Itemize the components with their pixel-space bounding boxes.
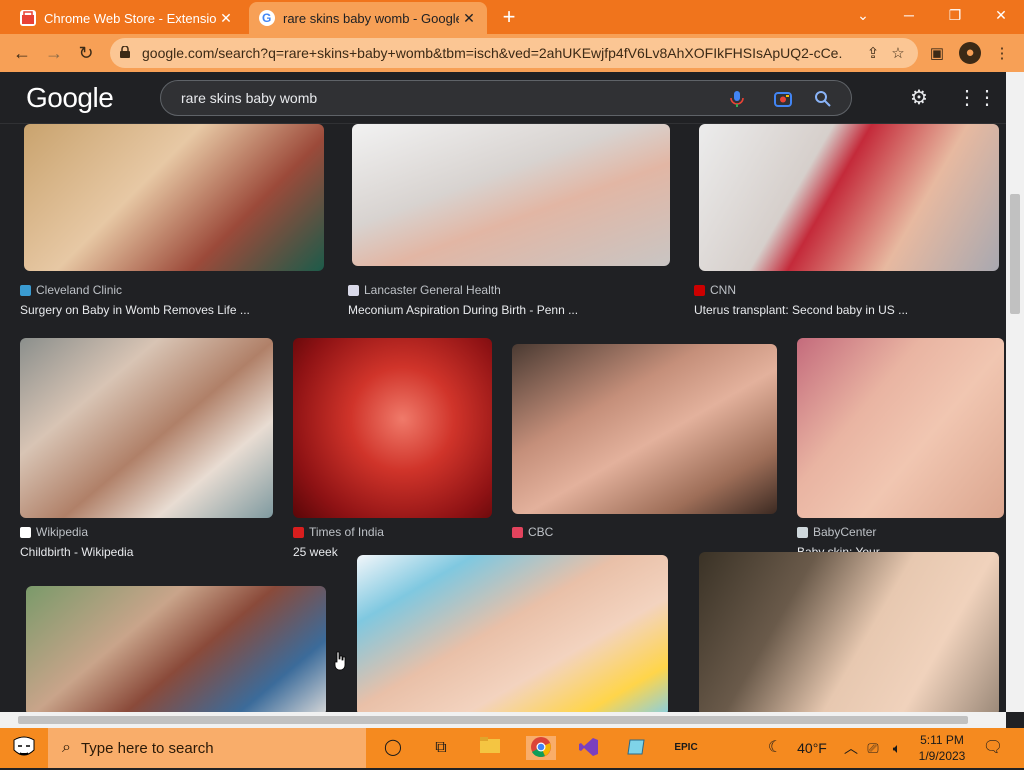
- apps-grid-icon[interactable]: ⋮⋮: [957, 86, 997, 110]
- tab-google-search[interactable]: G rare skins baby womb - Google S ✕: [249, 2, 487, 34]
- result-source[interactable]: Times of India: [293, 525, 384, 539]
- search-icon[interactable]: [813, 89, 833, 109]
- result-source[interactable]: CNN: [694, 283, 736, 297]
- result-title[interactable]: Meconium Aspiration During Birth - Penn …: [348, 303, 668, 317]
- cbc-icon: [512, 526, 523, 538]
- result-image[interactable]: [357, 555, 668, 712]
- close-window-button[interactable]: ✕: [978, 0, 1024, 30]
- result-source[interactable]: BabyCenter: [797, 525, 876, 539]
- wikipedia-icon: [20, 526, 31, 538]
- result-title[interactable]: Childbirth - Wikipedia: [20, 545, 270, 559]
- lock-icon: [120, 46, 130, 58]
- tab-chrome-web-store[interactable]: Chrome Web Store - Extensions ✕: [8, 2, 244, 34]
- google-g-icon: G: [259, 10, 275, 26]
- horizontal-scrollbar[interactable]: [0, 712, 1006, 728]
- visual-studio-icon[interactable]: [576, 736, 602, 760]
- clock-time: 5:11 PM: [920, 733, 964, 747]
- cleveland-clinic-icon: [20, 284, 31, 296]
- vertical-scrollbar[interactable]: [1006, 72, 1024, 712]
- close-tab-icon[interactable]: ✕: [459, 10, 479, 27]
- tab-search-icon[interactable]: ⌄: [840, 0, 886, 30]
- url-text: google.com/search?q=rare+skins+baby+womb…: [142, 45, 842, 61]
- cortana-circle-icon[interactable]: ◯: [380, 736, 406, 760]
- notification-center-icon[interactable]: 🗨︎: [980, 736, 1006, 760]
- taskbar-search-placeholder: Type here to search: [80, 739, 214, 757]
- minimize-button[interactable]: ─: [886, 0, 932, 30]
- taskbar-clock[interactable]: 5:11 PM 1/9/2023: [912, 732, 972, 764]
- network-icon[interactable]: ⎚: [860, 736, 886, 760]
- share-icon[interactable]: ⇪: [864, 45, 882, 63]
- weather-temperature[interactable]: 40°F: [792, 736, 832, 760]
- profile-avatar-icon[interactable]: ●: [959, 42, 981, 64]
- tab-title: rare skins baby womb - Google S: [283, 10, 459, 26]
- side-panel-icon[interactable]: ▣: [928, 45, 946, 63]
- browser-toolbar: ← → ↻ google.com/search?q=rare+skins+bab…: [0, 34, 1024, 72]
- result-image[interactable]: [352, 124, 670, 266]
- microphone-icon[interactable]: [727, 89, 747, 109]
- back-button[interactable]: ←: [10, 41, 34, 65]
- horizontal-scroll-thumb[interactable]: [18, 716, 968, 724]
- chrome-icon[interactable]: [526, 736, 556, 760]
- reload-button[interactable]: ↻: [74, 41, 98, 65]
- forward-button[interactable]: →: [42, 41, 66, 65]
- search-query: rare skins baby womb: [181, 90, 318, 106]
- tab-title: Chrome Web Store - Extensions: [44, 10, 216, 26]
- settings-gear-icon[interactable]: ⚙: [907, 86, 931, 110]
- result-image[interactable]: [699, 552, 999, 712]
- result-source[interactable]: Cleveland Clinic: [20, 283, 122, 297]
- search-icon: ⌕: [62, 739, 71, 756]
- windows-taskbar: ⌕ Type here to search ◯ ⧉ EPIC ☾ 40°F ︿ …: [0, 728, 1024, 768]
- result-image[interactable]: [24, 124, 324, 271]
- vertical-scroll-thumb[interactable]: [1010, 194, 1020, 314]
- epic-games-icon[interactable]: EPIC: [673, 736, 699, 760]
- menu-kebab-icon[interactable]: ⋮: [993, 45, 1011, 63]
- google-header: Google rare skins baby womb ⚙ ⋮⋮: [0, 72, 1006, 124]
- result-image[interactable]: [512, 344, 777, 514]
- result-title[interactable]: Surgery on Baby in Womb Removes Life ...: [20, 303, 320, 317]
- result-image[interactable]: [293, 338, 492, 518]
- times-of-india-icon: [293, 526, 304, 538]
- search-input[interactable]: rare skins baby womb: [160, 80, 852, 116]
- lens-camera-icon[interactable]: [773, 89, 793, 109]
- cnn-icon: [694, 284, 705, 296]
- result-source[interactable]: Lancaster General Health: [348, 283, 501, 297]
- result-source[interactable]: CBC: [512, 525, 553, 539]
- svg-text:G: G: [262, 11, 271, 25]
- result-image[interactable]: [26, 586, 326, 712]
- clock-date: 1/9/2023: [918, 749, 966, 763]
- result-title[interactable]: Uterus transplant: Second baby in US ...: [694, 303, 994, 317]
- result-source[interactable]: Wikipedia: [20, 525, 88, 539]
- chrome-web-store-icon: [20, 10, 36, 26]
- address-bar[interactable]: google.com/search?q=rare+skins+baby+womb…: [110, 38, 918, 68]
- result-title[interactable]: 25 week: [293, 545, 343, 559]
- close-tab-icon[interactable]: ✕: [216, 10, 236, 27]
- babycenter-icon: [797, 526, 808, 538]
- taskbar-search-input[interactable]: ⌕ Type here to search: [48, 728, 366, 768]
- result-image[interactable]: [797, 338, 1004, 518]
- tab-strip: Chrome Web Store - Extensions ✕ G rare s…: [0, 0, 1024, 34]
- result-image[interactable]: [20, 338, 273, 518]
- app-window-icon[interactable]: [624, 736, 650, 760]
- start-anonymous-mask-icon[interactable]: [10, 734, 38, 762]
- task-view-icon[interactable]: ⧉: [428, 736, 454, 760]
- image-results: Cleveland Clinic Surgery on Baby in Womb…: [0, 124, 1006, 712]
- file-explorer-icon[interactable]: [477, 736, 503, 760]
- bookmark-star-icon[interactable]: ☆: [889, 45, 907, 63]
- mouse-cursor-icon: [334, 651, 346, 671]
- result-image[interactable]: [699, 124, 999, 271]
- volume-icon[interactable]: 🔈︎: [884, 736, 910, 760]
- google-logo[interactable]: Google: [26, 82, 114, 114]
- weather-moon-icon[interactable]: ☾: [762, 736, 788, 760]
- new-tab-button[interactable]: +: [498, 6, 520, 28]
- restore-button[interactable]: ❐: [932, 0, 978, 30]
- penn-medicine-icon: [348, 284, 359, 296]
